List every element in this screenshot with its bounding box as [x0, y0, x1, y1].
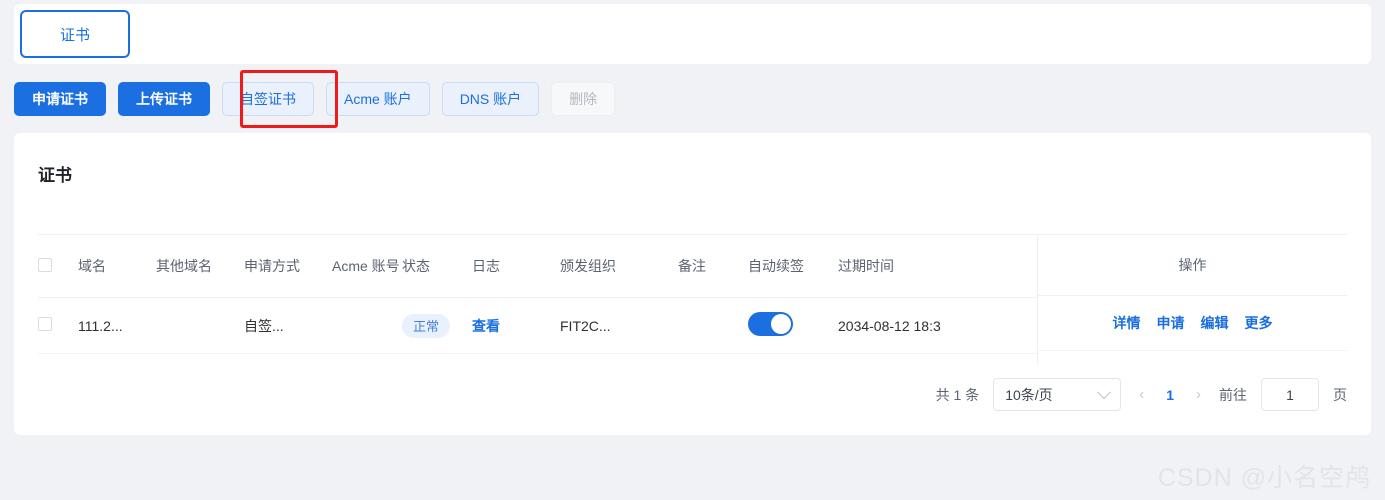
header-domain: 域名	[78, 234, 156, 298]
row-action-group: 详情 申请 编辑 更多	[1038, 296, 1347, 351]
cell-log: 查看	[472, 297, 560, 354]
certificate-card: 证书 域名 其他域名 申请方式 Acme 账号 状态 日志 颁发组织 备注 自动…	[14, 133, 1371, 435]
upload-certificate-label: 上传证书	[136, 91, 192, 107]
cell-domain: 111.2...	[78, 297, 156, 354]
pagination: 共 1 条 10条/页 ‹ 1 › 前往 页	[936, 378, 1347, 411]
page-size-value: 10条/页	[1005, 386, 1053, 403]
header-other-domains: 其他域名	[156, 234, 244, 298]
dns-account-label: DNS 账户	[459, 91, 522, 107]
watermark: CSDN @小名空鸬	[1157, 464, 1371, 492]
next-page-button[interactable]: ›	[1192, 386, 1205, 403]
select-all-header	[38, 234, 78, 298]
apply-certificate-button[interactable]: 申请证书	[14, 82, 106, 116]
header-status: 状态	[402, 234, 472, 298]
tab-certificates[interactable]: 证书	[20, 10, 130, 58]
header-log: 日志	[472, 234, 560, 298]
view-log-link[interactable]: 查看	[472, 318, 500, 334]
cell-acme-account	[332, 297, 402, 354]
total-count-label: 共 1 条	[935, 386, 980, 403]
row-select-cell	[38, 297, 78, 354]
tab-card: 证书	[14, 4, 1371, 64]
action-more-link[interactable]: 更多	[1245, 313, 1273, 333]
page-number-1[interactable]: 1	[1162, 387, 1178, 403]
delete-button: 删除	[551, 82, 616, 116]
toggle-knob	[771, 314, 791, 334]
chevron-down-icon	[1097, 384, 1112, 399]
header-remark: 备注	[678, 234, 748, 298]
operation-fixed-column: 操作 详情 申请 编辑 更多	[1037, 234, 1347, 365]
cell-status: 正常	[402, 297, 472, 354]
header-auto-renew: 自动续签	[748, 234, 838, 298]
tab-label: 证书	[59, 26, 90, 44]
header-issuer: 颁发组织	[560, 234, 678, 298]
select-all-checkbox[interactable]	[38, 257, 52, 272]
action-details-link[interactable]: 详情	[1113, 313, 1141, 333]
upload-certificate-button[interactable]: 上传证书	[118, 82, 210, 116]
cell-remark	[678, 297, 748, 354]
self-signed-certificate-button[interactable]: 自签证书	[222, 82, 314, 116]
acme-account-label: Acme 账户	[344, 91, 412, 107]
prev-page-button[interactable]: ‹	[1135, 386, 1148, 403]
header-apply-method: 申请方式	[244, 234, 332, 298]
page-size-select[interactable]: 10条/页	[993, 378, 1122, 411]
toolbar: 申请证书 上传证书 自签证书 Acme 账户 DNS 账户 删除	[14, 82, 616, 116]
header-expire-time: 过期时间	[838, 234, 1037, 298]
dns-account-button[interactable]: DNS 账户	[441, 82, 540, 116]
jump-suffix-label: 页	[1333, 386, 1347, 403]
cell-issuer: FIT2C...	[560, 297, 678, 354]
cell-apply-method: 自签...	[244, 297, 332, 354]
cell-expire-time: 2034-08-12 18:3	[838, 297, 1037, 354]
apply-certificate-label: 申请证书	[32, 91, 88, 107]
jump-to-label: 前往	[1219, 386, 1247, 403]
cell-auto-renew	[748, 297, 838, 354]
jump-to-page-input[interactable]	[1261, 378, 1319, 411]
cell-other-domains	[156, 297, 244, 354]
self-signed-certificate-label: 自签证书	[240, 91, 296, 107]
header-acme-account: Acme 账号	[332, 234, 402, 298]
card-title: 证书	[38, 166, 72, 185]
action-edit-link[interactable]: 编辑	[1201, 313, 1229, 333]
action-apply-link[interactable]: 申请	[1157, 313, 1185, 333]
delete-label: 删除	[569, 91, 598, 107]
auto-renew-toggle[interactable]	[748, 312, 793, 336]
tab-strip: 证书	[14, 4, 130, 64]
certificate-table-wrapper: 域名 其他域名 申请方式 Acme 账号 状态 日志 颁发组织 备注 自动续签 …	[38, 234, 1347, 365]
acme-account-button[interactable]: Acme 账户	[326, 82, 430, 116]
status-badge: 正常	[402, 313, 451, 338]
row-checkbox[interactable]	[38, 317, 52, 331]
header-operation: 操作	[1038, 234, 1347, 296]
